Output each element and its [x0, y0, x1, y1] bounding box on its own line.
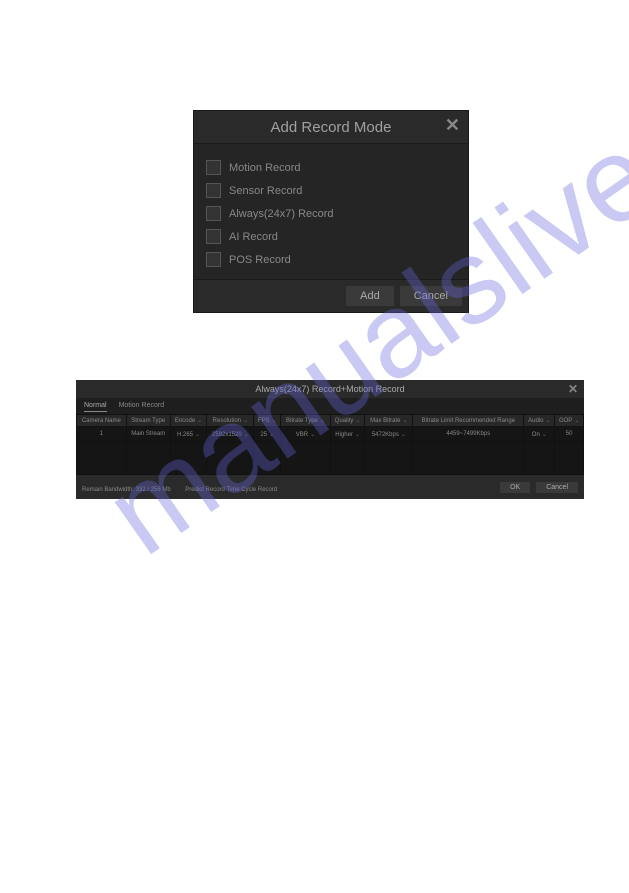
option-motion-record: Motion Record	[206, 156, 456, 179]
add-record-mode-dialog: Add Record Mode ✕ Motion Record Sensor R…	[193, 110, 469, 313]
col-stream-type[interactable]: Stream Type	[126, 415, 170, 427]
chevron-down-icon: ⌄	[401, 432, 406, 438]
chevron-down-icon: ⌄	[244, 432, 249, 438]
col-audio[interactable]: Audio⌄	[524, 415, 555, 427]
option-sensor-record: Sensor Record	[206, 179, 456, 202]
table-row[interactable]: 1 Main Stream H.265⌄ 2592x1520⌄ 25⌄ VBR⌄…	[77, 427, 584, 442]
chevron-down-icon: ⌄	[197, 418, 202, 424]
cell-resolution[interactable]: 2592x1520⌄	[207, 427, 254, 442]
chevron-down-icon: ⌄	[243, 418, 248, 424]
label-ai-record: AI Record	[229, 231, 278, 243]
dialog-body: Motion Record Sensor Record Always(24x7)…	[194, 144, 468, 279]
cell-bitrate-type[interactable]: VBR⌄	[281, 427, 331, 442]
ok-button[interactable]: OK	[500, 482, 530, 493]
cancel-button[interactable]: Cancel	[400, 286, 462, 306]
chevron-down-icon: ⌄	[320, 418, 325, 424]
col-quality[interactable]: Quality⌄	[330, 415, 365, 427]
dialog-title: Add Record Mode	[271, 119, 392, 136]
dialog-header: Add Record Mode ✕	[194, 111, 468, 144]
checkbox-pos-record[interactable]	[206, 252, 221, 267]
config-table: Camera Name Stream Type Encode⌄ Resoluti…	[76, 414, 584, 475]
footer-info: Remain Bandwidth: 332 / 256 Mb Predict R…	[82, 478, 277, 496]
label-always-record: Always(24x7) Record	[229, 208, 334, 220]
add-button[interactable]: Add	[346, 286, 394, 306]
dialog2-title: Always(24x7) Record+Motion Record	[255, 384, 404, 394]
checkbox-always-record[interactable]	[206, 206, 221, 221]
close-icon[interactable]: ✕	[568, 382, 578, 396]
checkbox-sensor-record[interactable]	[206, 183, 221, 198]
cell-gop[interactable]: 50	[555, 427, 584, 442]
col-encode[interactable]: Encode⌄	[170, 415, 207, 427]
col-max-bitrate[interactable]: Max Bitrate⌄	[365, 415, 413, 427]
option-always-record: Always(24x7) Record	[206, 202, 456, 225]
col-gop[interactable]: GOP⌄	[555, 415, 584, 427]
close-icon[interactable]: ✕	[445, 115, 460, 136]
cell-encode[interactable]: H.265⌄	[170, 427, 207, 442]
record-config-dialog: Always(24x7) Record+Motion Record ✕ Norm…	[76, 380, 584, 499]
col-resolution[interactable]: Resolution⌄	[207, 415, 254, 427]
footer-buttons: OK Cancel	[500, 482, 578, 493]
tabs-bar: Normal Motion Record	[76, 398, 584, 414]
chevron-down-icon: ⌄	[574, 418, 579, 424]
cancel-button[interactable]: Cancel	[536, 482, 578, 493]
cell-audio[interactable]: On⌄	[524, 427, 555, 442]
tab-motion-record[interactable]: Motion Record	[119, 400, 165, 412]
cell-quality[interactable]: Higher⌄	[330, 427, 365, 442]
checkbox-motion-record[interactable]	[206, 160, 221, 175]
table-header-row: Camera Name Stream Type Encode⌄ Resoluti…	[77, 415, 584, 427]
option-pos-record: POS Record	[206, 248, 456, 271]
chevron-down-icon: ⌄	[269, 432, 274, 438]
label-pos-record: POS Record	[229, 254, 291, 266]
checkbox-ai-record[interactable]	[206, 229, 221, 244]
cell-bitrate-limit: 4459~7499Kbps	[413, 427, 524, 442]
cell-camera-name: 1	[77, 427, 127, 442]
col-camera-name: Camera Name	[77, 415, 127, 427]
chevron-down-icon: ⌄	[272, 418, 277, 424]
label-motion-record: Motion Record	[229, 162, 301, 174]
chevron-down-icon: ⌄	[545, 418, 550, 424]
tab-normal[interactable]: Normal	[84, 400, 107, 412]
dialog-footer: Add Cancel	[194, 279, 468, 312]
col-bitrate-type[interactable]: Bitrate Type⌄	[281, 415, 331, 427]
label-sensor-record: Sensor Record	[229, 185, 302, 197]
chevron-down-icon: ⌄	[355, 432, 360, 438]
chevron-down-icon: ⌄	[403, 418, 408, 424]
dialog2-footer: Remain Bandwidth: 332 / 256 Mb Predict R…	[76, 475, 584, 499]
col-fps[interactable]: FPS⌄	[254, 415, 281, 427]
predict-link[interactable]: Predict Record Time Cycle Record	[185, 487, 277, 493]
chevron-down-icon: ⌄	[355, 418, 360, 424]
cell-stream-type[interactable]: Main Stream	[126, 427, 170, 442]
dialog2-header: Always(24x7) Record+Motion Record ✕	[76, 380, 584, 398]
table-row-empty	[77, 442, 584, 475]
cell-fps[interactable]: 25⌄	[254, 427, 281, 442]
col-bitrate-limit: Bitrate Limit Recommended Range	[413, 415, 524, 427]
chevron-down-icon: ⌄	[542, 432, 547, 438]
bandwidth-text: Remain Bandwidth: 332 / 256 Mb	[82, 487, 171, 493]
option-ai-record: AI Record	[206, 225, 456, 248]
chevron-down-icon: ⌄	[310, 432, 315, 438]
chevron-down-icon: ⌄	[195, 432, 200, 438]
cell-max-bitrate[interactable]: 5472Kbps⌄	[365, 427, 413, 442]
